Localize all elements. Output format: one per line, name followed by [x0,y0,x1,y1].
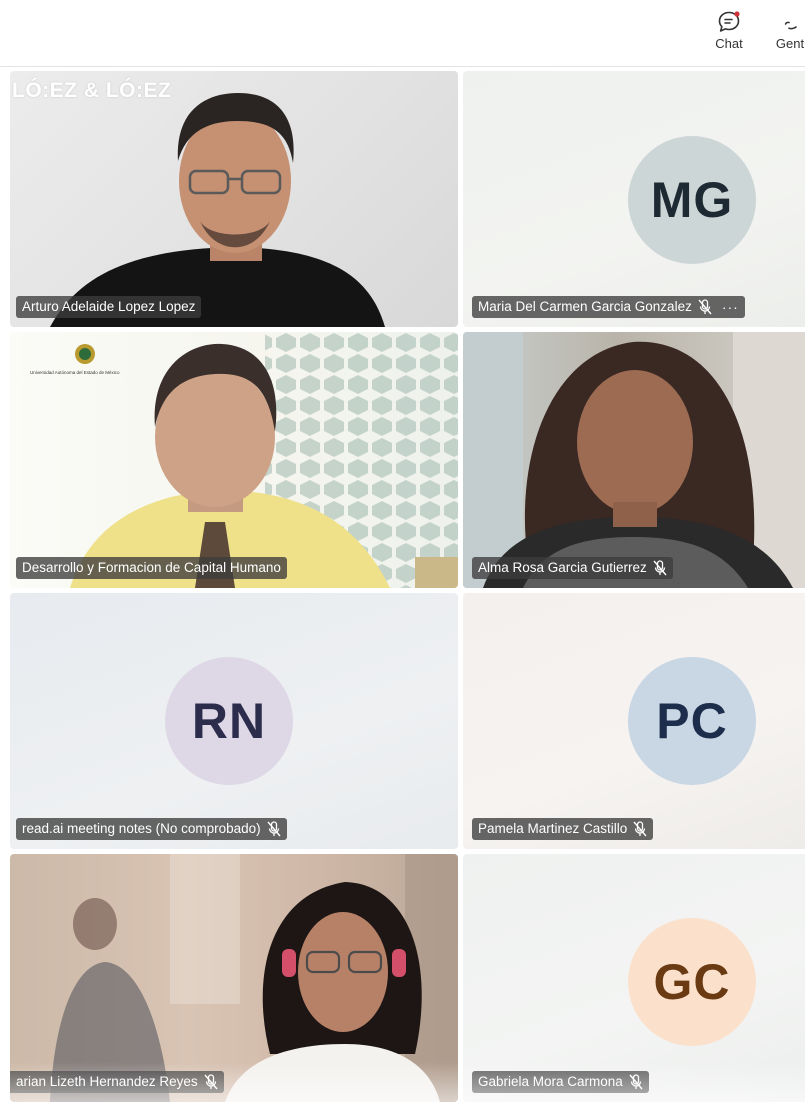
chat-icon [718,11,740,32]
mic-off-icon [204,1074,218,1090]
participant-name-tag: arian Lizeth Hernandez Reyes [10,1071,224,1093]
participant-name: read.ai meeting notes (No comprobado) [22,821,261,836]
more-options-icon[interactable]: ··· [722,296,739,318]
participant-name-tag: Alma Rosa Garcia Gutierrez [472,557,673,579]
participant-tile[interactable]: Universidad Autónoma del Estado de Méxic… [10,332,458,588]
chat-button[interactable]: Chat [699,10,759,60]
participant-grid: LÓ:EZ & LÓ:EZ Arturo Adelaide Lopez Lope… [0,66,805,1102]
chat-label: Chat [715,36,743,51]
participant-video [50,93,385,327]
participant-name: Pamela Martinez Castillo [478,821,628,836]
avatar-initials: MG [650,172,734,228]
participant-tile[interactable]: GC Gabriela Mora Carmona [463,854,805,1102]
university-caption: Universidad Autónoma del Estado de Méxic… [30,370,120,375]
participant-name: Arturo Adelaide Lopez Lopez [22,299,196,314]
mic-off-icon [267,821,281,837]
participant-name: Alma Rosa Garcia Gutierrez [478,560,647,575]
participant-tile[interactable]: PC Pamela Martinez Castillo [463,593,805,849]
participant-tile[interactable]: RN read.ai meeting notes (No comprobado) [10,593,458,849]
participant-name: arian Lizeth Hernandez Reyes [16,1074,198,1089]
people-label: Gent [775,36,805,51]
participant-name-tag: Pamela Martinez Castillo [472,818,654,840]
participant-name-tag: Gabriela Mora Carmona [472,1071,649,1093]
participant-tile[interactable]: MG Maria Del Carmen Garcia Gonzalez ··· [463,71,805,327]
avatar-initials: PC [656,693,728,749]
mic-off-icon [633,821,647,837]
people-button[interactable]: Gent [760,10,805,60]
mic-off-icon [629,1074,643,1090]
participant-name: Maria Del Carmen Garcia Gonzalez [478,299,692,314]
meeting-toolbar: Chat Gent [0,0,805,67]
avatar-initials: GC [653,954,731,1010]
avatar: GC [628,918,756,1046]
avatar: PC [628,657,756,785]
participant-name: Gabriela Mora Carmona [478,1074,623,1089]
participant-name-tag: Desarrollo y Formacion de Capital Humano [16,557,287,579]
participant-tile[interactable]: LÓ:EZ & LÓ:EZ Arturo Adelaide Lopez Lope… [10,71,458,327]
avatar: RN [165,657,293,785]
participant-name-tag: read.ai meeting notes (No comprobado) [16,818,287,840]
participant-name-tag: Arturo Adelaide Lopez Lopez [16,296,202,318]
mic-off-icon [653,560,667,576]
participant-video [463,332,805,588]
people-icon [784,21,797,30]
participant-video [50,854,458,1102]
participant-tile[interactable]: arian Lizeth Hernandez Reyes [10,854,458,1102]
participant-name: Desarrollo y Formacion de Capital Humano [22,560,281,575]
mic-off-icon [698,299,712,315]
avatar-initials: RN [191,693,267,749]
participant-tile[interactable]: Alma Rosa Garcia Gutierrez [463,332,805,588]
participant-name-tag: Maria Del Carmen Garcia Gonzalez ··· [472,296,745,318]
avatar: MG [628,136,756,264]
